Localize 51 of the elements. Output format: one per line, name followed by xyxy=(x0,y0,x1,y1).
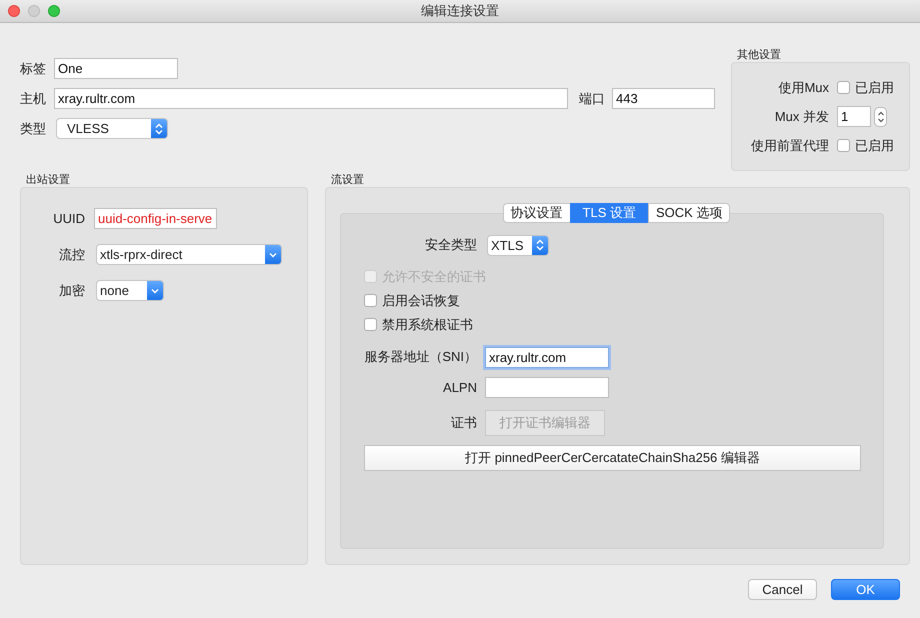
window-title: 编辑连接设置 xyxy=(421,2,499,20)
group-title: 其他设置 xyxy=(736,48,782,62)
tab[interactable]: 协议设置 xyxy=(502,203,571,223)
checkbox[interactable] xyxy=(837,81,850,94)
setting-label: 使用Mux xyxy=(777,78,829,96)
sni-field[interactable]: xray.rultr.com xyxy=(485,346,609,368)
field-label: 主机 xyxy=(20,90,47,108)
field-label: 类型 xyxy=(20,120,47,138)
close-button[interactable] xyxy=(8,5,20,17)
stepper-arrows-icon xyxy=(876,110,884,124)
field-label: 加密 xyxy=(58,282,85,300)
tag-field[interactable]: One xyxy=(54,58,178,79)
stepper-control[interactable] xyxy=(874,106,887,126)
field-label: 证书 xyxy=(450,414,477,432)
stepper-arrows-icon xyxy=(151,119,167,138)
concurrency-field[interactable]: 1 xyxy=(837,106,871,127)
stepper-arrows-icon xyxy=(532,236,548,254)
checkbox-label: 已启用 xyxy=(855,78,894,96)
setting-label: Mux 并发 xyxy=(774,108,829,126)
checkbox-label: 启用会话恢复 xyxy=(382,292,460,310)
chevron-down-icon xyxy=(147,281,163,300)
tab[interactable]: TLS 设置 xyxy=(570,203,649,223)
field-label: UUID xyxy=(52,211,85,226)
uuid-field[interactable]: uuid-config-in-serve xyxy=(94,208,217,229)
checkbox-label: 已启用 xyxy=(855,136,894,154)
checkbox[interactable] xyxy=(364,318,377,331)
minimize-button[interactable] xyxy=(28,5,40,17)
field-label: 流控 xyxy=(58,246,85,264)
chevron-down-icon xyxy=(265,245,281,264)
checkbox-label: 禁用系统根证书 xyxy=(382,316,473,334)
setting-label: 使用前置代理 xyxy=(750,136,829,154)
field-label: 安全类型 xyxy=(424,236,477,254)
select-dropdown[interactable]: xtls-rprx-direct xyxy=(96,244,282,265)
field-label: 服务器地址（SNI） xyxy=(364,348,477,366)
group-title: 流设置 xyxy=(330,173,365,187)
tab[interactable]: SOCK 选项 xyxy=(648,203,730,223)
field-label: 端口 xyxy=(579,90,606,108)
group-title: 出站设置 xyxy=(25,173,71,187)
port-field[interactable]: 443 xyxy=(612,88,715,109)
select-dropdown[interactable]: none xyxy=(96,280,164,301)
cancel-button[interactable]: Cancel xyxy=(748,579,817,600)
host-field[interactable]: xray.rultr.com xyxy=(54,88,568,109)
field-label: 标签 xyxy=(20,60,47,78)
field-label: ALPN xyxy=(442,380,477,394)
checkbox[interactable] xyxy=(364,294,377,307)
checkbox[interactable] xyxy=(837,139,850,152)
type-dropdown[interactable]: VLESS xyxy=(56,118,168,139)
zoom-button[interactable] xyxy=(48,5,60,17)
pinned-editor-button[interactable]: 打开 pinnedPeerCerCercatateChainSha256 编辑器 xyxy=(364,445,861,471)
alpn-field[interactable] xyxy=(485,376,609,398)
security-dropdown[interactable]: XTLS xyxy=(487,234,549,256)
